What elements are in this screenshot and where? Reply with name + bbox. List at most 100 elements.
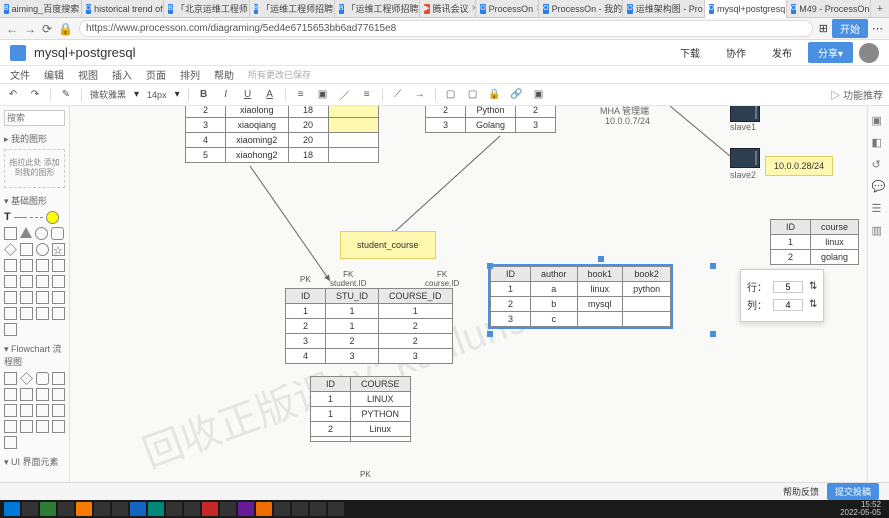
new-tab-button[interactable]: + xyxy=(871,3,889,15)
shape-line-icon[interactable] xyxy=(14,217,27,218)
task-icon[interactable] xyxy=(184,502,200,516)
resize-handle[interactable] xyxy=(487,331,493,337)
course-table[interactable]: IDCOURSE 1LINUX 1PYTHON 2Linux xyxy=(310,376,411,442)
shape-icon[interactable] xyxy=(36,388,49,401)
stepper-icon[interactable]: ⇅ xyxy=(809,281,817,292)
share-button[interactable]: 分享▾ xyxy=(808,42,853,63)
search-input[interactable] xyxy=(4,110,65,126)
canvas[interactable]: 回收正版课+v: kunlun991 2xiaolong18 3xiaoqian… xyxy=(70,106,867,482)
chevron-down-icon[interactable]: ▾ xyxy=(134,89,139,100)
task-icon[interactable] xyxy=(58,502,74,516)
shape-icon[interactable] xyxy=(52,404,65,417)
task-icon[interactable] xyxy=(238,502,254,516)
shape-icon[interactable] xyxy=(52,307,65,320)
tab-3[interactable]: B「运维工程师招聘× xyxy=(250,0,335,18)
submit-button[interactable]: 提交投稿 xyxy=(827,483,879,500)
shape-icon[interactable] xyxy=(52,291,65,304)
task-icon[interactable] xyxy=(274,502,290,516)
redo-icon[interactable]: ↷ xyxy=(28,88,42,102)
task-icon[interactable] xyxy=(40,502,56,516)
app-logo-icon[interactable] xyxy=(10,45,26,61)
reload-icon[interactable]: ⟳ xyxy=(42,22,52,36)
shape-icon[interactable] xyxy=(4,420,17,433)
task-icon[interactable] xyxy=(310,502,326,516)
shape-icon[interactable] xyxy=(36,404,49,417)
menu-page[interactable]: 页面 xyxy=(146,67,166,82)
ip-note[interactable]: 10.0.0.28/24 xyxy=(765,156,833,176)
lang-table[interactable]: 2Python2 3Golang3 xyxy=(425,106,556,133)
shape-circle-icon[interactable] xyxy=(35,227,48,240)
task-icon[interactable] xyxy=(256,502,272,516)
shape-icon[interactable] xyxy=(4,388,17,401)
shape-icon[interactable] xyxy=(20,259,33,272)
layers-icon[interactable]: ☰ xyxy=(872,202,886,216)
fontsize-select[interactable]: 14px xyxy=(147,90,167,100)
task-icon[interactable] xyxy=(292,502,308,516)
shape-ellipse-icon[interactable] xyxy=(36,243,49,256)
server-icon[interactable] xyxy=(730,106,760,122)
menu-file[interactable]: 文件 xyxy=(10,67,30,82)
shape-icon[interactable] xyxy=(52,372,65,385)
task-icon[interactable] xyxy=(112,502,128,516)
connector-icon[interactable]: ⟋ xyxy=(391,88,405,102)
menu-view[interactable]: 视图 xyxy=(78,67,98,82)
avatar[interactable] xyxy=(859,43,879,63)
shape-rect-icon[interactable] xyxy=(4,227,17,240)
tab-9[interactable]: Omysql+postgresq× xyxy=(705,0,787,18)
task-icon[interactable] xyxy=(328,502,344,516)
course-list-table[interactable]: IDcourse 1linux 2golang xyxy=(770,219,859,265)
undo-icon[interactable]: ↶ xyxy=(6,88,20,102)
menu-insert[interactable]: 插入 xyxy=(112,67,132,82)
link-icon[interactable]: 🔗 xyxy=(510,88,524,102)
extension-icon[interactable]: ⊞ xyxy=(819,22,828,35)
data-icon[interactable]: ▥ xyxy=(872,224,886,238)
shape-icon[interactable] xyxy=(52,275,65,288)
document-title[interactable]: mysql+postgresql xyxy=(34,45,136,60)
menu-icon[interactable]: ⋯ xyxy=(872,22,883,35)
student-course-table[interactable]: IDSTU_IDCOURSE_ID 111 212 322 433 xyxy=(285,288,453,364)
publish-button[interactable]: 发布 xyxy=(762,42,802,63)
tab-10[interactable]: OM49 - ProcessOn× xyxy=(787,0,871,18)
task-icon[interactable] xyxy=(22,502,38,516)
tab-6[interactable]: OProcessOn× xyxy=(476,0,539,18)
start-button[interactable]: 开始 xyxy=(832,19,868,38)
bold-icon[interactable]: B xyxy=(197,88,211,102)
paint-icon[interactable]: ✎ xyxy=(59,88,73,102)
shape-icon[interactable] xyxy=(36,291,49,304)
shape-dashed-icon[interactable] xyxy=(30,217,43,218)
resize-handle[interactable] xyxy=(710,331,716,337)
lock-icon[interactable]: 🔒 xyxy=(488,88,502,102)
feature-button[interactable]: ▷ 功能推荐 xyxy=(830,87,883,102)
shape-rounded-icon[interactable] xyxy=(51,227,64,240)
shape-icon[interactable] xyxy=(52,420,65,433)
shape-star-icon[interactable]: ☆ xyxy=(52,243,65,256)
col-input[interactable] xyxy=(773,299,803,311)
history-icon[interactable]: ↺ xyxy=(872,158,886,172)
task-icon[interactable] xyxy=(166,502,182,516)
shape-triangle-icon[interactable] xyxy=(20,227,32,238)
chevron-down-icon[interactable]: ▾ xyxy=(175,89,180,100)
book-table[interactable]: IDauthorbook1book2 1alinuxpython 2bmysql… xyxy=(490,266,671,327)
row-input[interactable] xyxy=(773,281,803,293)
shape-diamond-icon[interactable] xyxy=(4,243,17,256)
shape-icon[interactable] xyxy=(4,404,17,417)
shape-icon[interactable] xyxy=(36,307,49,320)
arrow-icon[interactable]: → xyxy=(413,88,427,102)
task-icon[interactable] xyxy=(76,502,92,516)
linestyle-icon[interactable]: ≡ xyxy=(360,88,374,102)
shape-icon[interactable] xyxy=(36,275,49,288)
drop-zone[interactable]: 拖拉此处 添加到我的图形 xyxy=(4,149,65,188)
style-icon[interactable]: ◧ xyxy=(872,136,886,150)
ui-section[interactable]: ▾ UI 界面元素 xyxy=(4,455,65,468)
menu-help[interactable]: 帮助 xyxy=(214,67,234,82)
tab-8[interactable]: O运维架构图 - Pro× xyxy=(623,0,704,18)
student-course-note[interactable]: student_course xyxy=(340,231,436,259)
task-icon[interactable] xyxy=(220,502,236,516)
back-icon[interactable]: ← xyxy=(6,22,18,36)
shape-icon[interactable] xyxy=(20,420,33,433)
help-link[interactable]: 帮助反馈 xyxy=(783,485,819,498)
align-icon[interactable]: ≡ xyxy=(294,88,308,102)
server-icon[interactable] xyxy=(730,148,760,168)
shape-icon[interactable] xyxy=(4,436,17,449)
menu-arrange[interactable]: 排列 xyxy=(180,67,200,82)
